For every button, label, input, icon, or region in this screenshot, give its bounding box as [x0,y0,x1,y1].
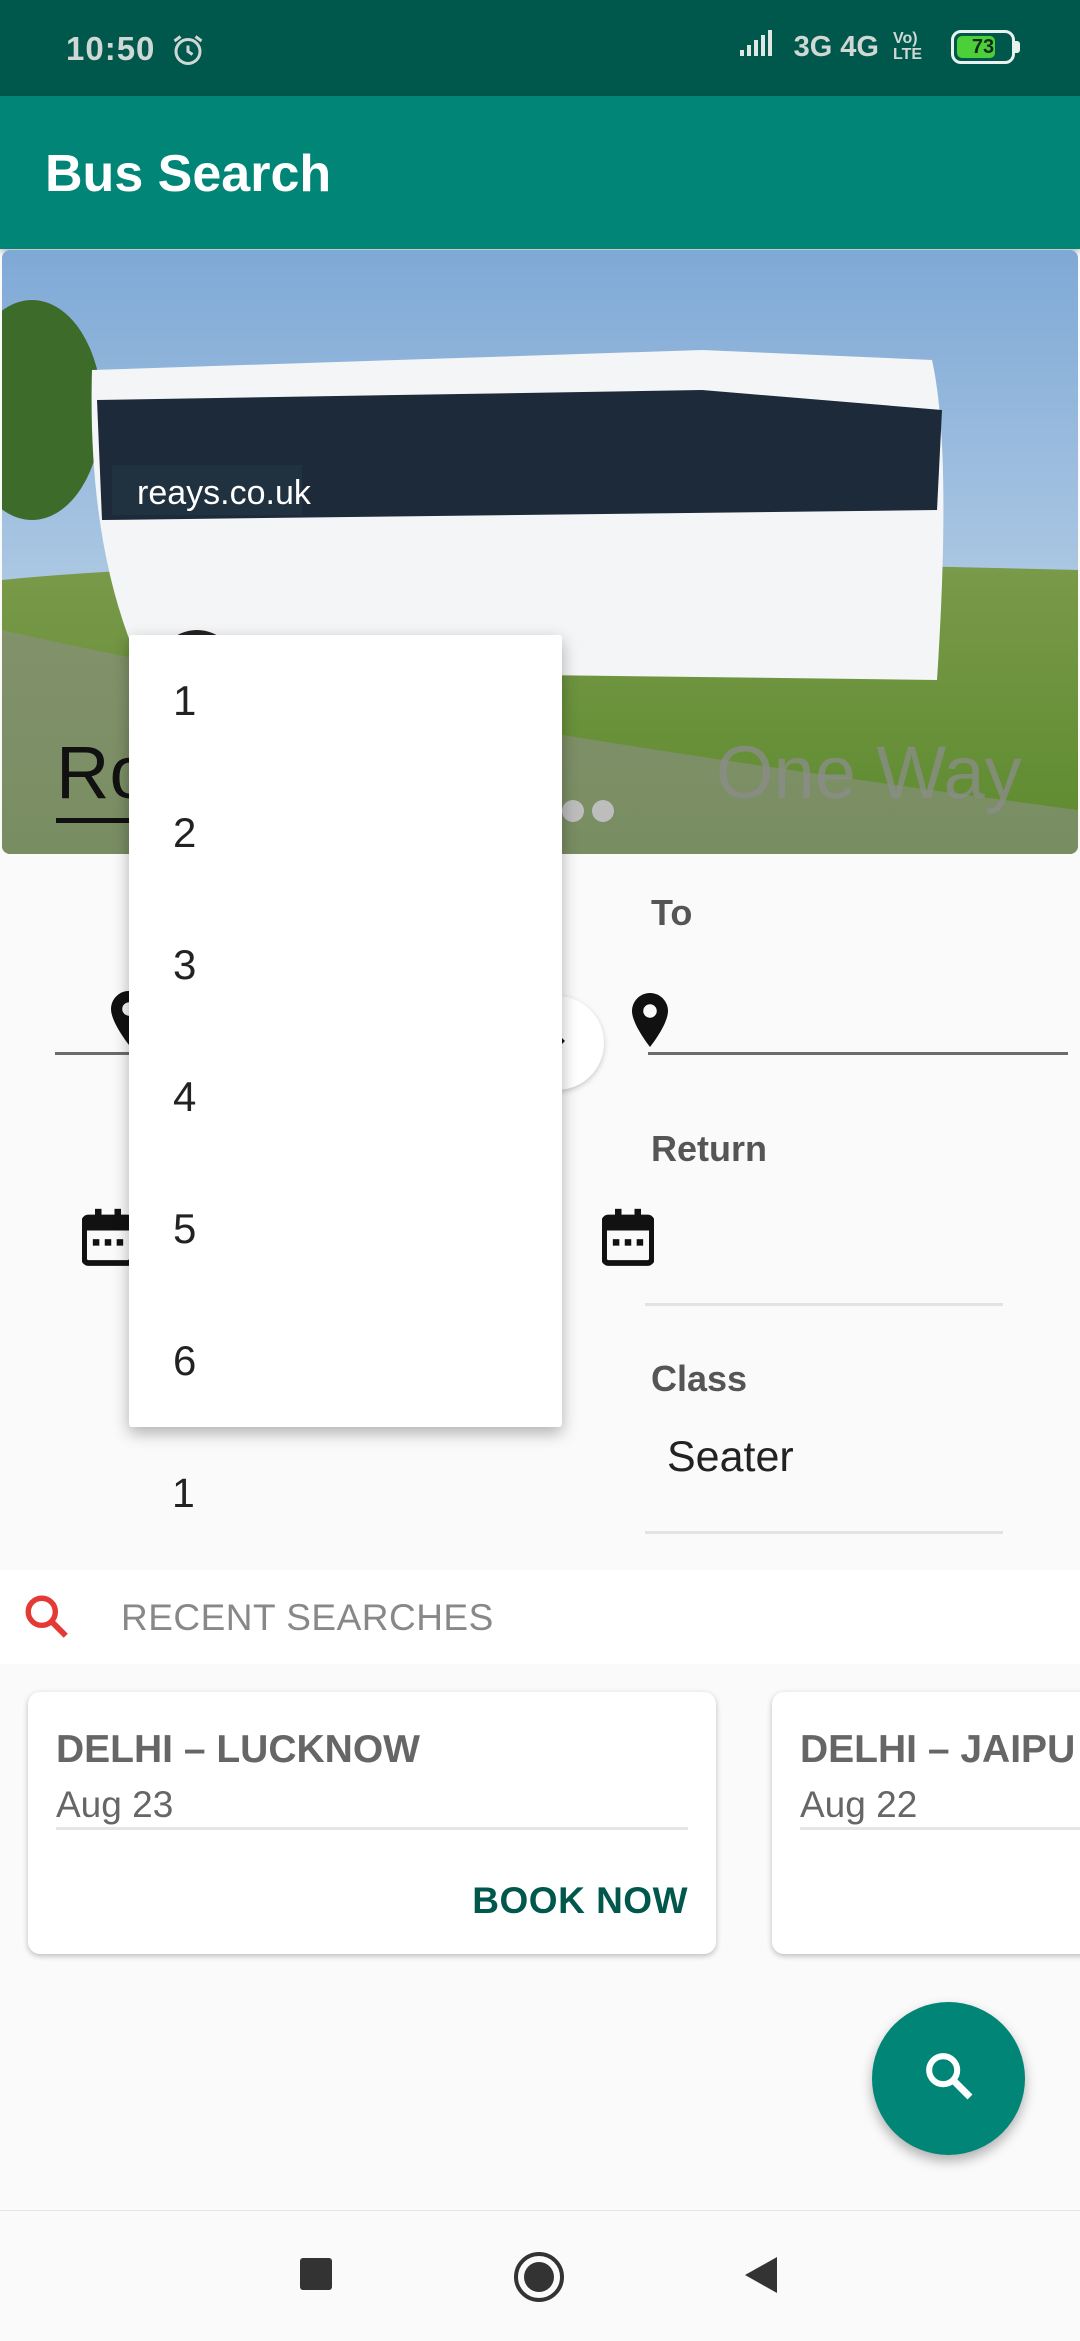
volte-label: Vo) LTE [893,30,923,63]
search-fab-button[interactable] [872,2002,1025,2155]
calendar-icon[interactable] [81,1208,135,1271]
card-divider [56,1827,688,1830]
network-label: 3G 4G [793,30,879,63]
card-date: Aug 23 [56,1784,174,1825]
location-pin-icon [632,992,668,1053]
recent-search-card[interactable]: DELHI – JAIPU Aug 22 [772,1692,1080,1954]
dropdown-option[interactable]: 1 [129,635,562,767]
battery-level: 73 [971,35,995,58]
card-route: DELHI – LUCKNOW [56,1728,420,1771]
passengers-select[interactable]: 1 [172,1470,195,1517]
class-select[interactable]: Seater [667,1433,794,1482]
class-underline [645,1531,1003,1534]
return-calendar-icon[interactable] [601,1208,655,1271]
alarm-icon [170,32,206,73]
tab-one-way[interactable]: One Way [716,730,1022,815]
signal-icon [738,28,780,66]
dropdown-option[interactable]: 6 [129,1295,562,1427]
recents-nav-icon[interactable] [299,2257,333,2296]
home-nav-icon[interactable] [513,2251,565,2308]
dropdown-option[interactable]: 5 [129,1163,562,1295]
status-time: 10:50 [66,30,156,67]
recent-searches-label: RECENT SEARCHES [121,1597,494,1638]
bus-branding: reays.co.uk [137,474,312,512]
book-now-button[interactable]: BOOK NOW [472,1880,688,1922]
dropdown-option[interactable]: 3 [129,899,562,1031]
pager-dots [562,800,614,822]
search-icon [22,1592,72,1647]
to-input[interactable] [648,1052,1068,1055]
recent-searches-bar[interactable]: RECENT SEARCHES [0,1570,1080,1664]
passengers-dropdown: 1 2 3 4 5 6 [129,635,562,1427]
recent-search-card[interactable]: DELHI – LUCKNOW Aug 23 BOOK NOW [28,1692,716,1954]
battery-icon: 73 [951,30,1015,64]
class-label: Class [651,1358,748,1399]
dropdown-option[interactable]: 2 [129,767,562,899]
dropdown-option[interactable]: 4 [129,1031,562,1163]
card-route: DELHI – JAIPU [800,1728,1076,1771]
card-date: Aug 22 [800,1784,918,1825]
return-date-input[interactable] [645,1303,1003,1306]
back-nav-icon[interactable] [743,2255,779,2300]
card-divider [800,1827,1080,1830]
search-icon [921,2048,977,2109]
return-label: Return [651,1128,767,1169]
app-bar: Bus Search [0,96,1080,249]
to-label: To [651,892,693,933]
page-title: Bus Search [45,145,332,203]
status-bar: 10:50 3G 4G Vo) LTE 73 [0,0,1080,96]
system-nav-bar [0,2210,1080,2341]
